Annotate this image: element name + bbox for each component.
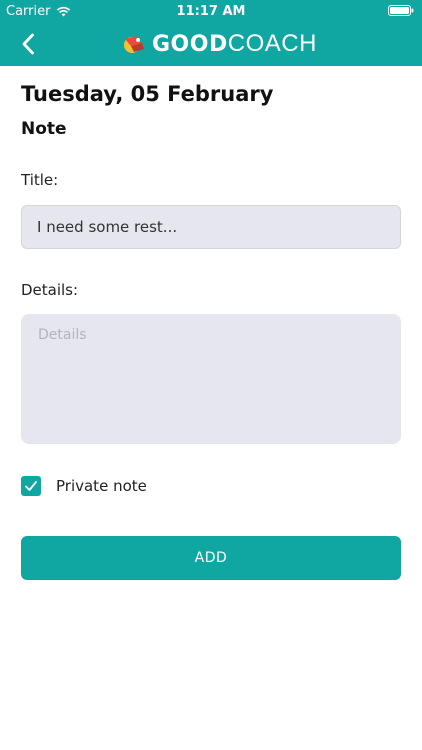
logo-text-good: GOOD <box>152 31 228 57</box>
nav-bar: GOOD COACH <box>0 22 422 66</box>
status-bar: Carrier 11:17 AM <box>0 0 422 22</box>
app-logo: GOOD COACH <box>122 30 317 57</box>
date-heading: Tuesday, 05 February <box>21 82 274 106</box>
checkmark-icon <box>25 481 37 491</box>
battery-icon <box>388 5 414 16</box>
section-heading: Note <box>21 119 67 139</box>
app-header: Carrier 11:17 AM GOOD COACH <box>0 0 422 66</box>
private-note-checkbox[interactable] <box>21 476 41 496</box>
details-input[interactable] <box>21 314 401 444</box>
logo-text-coach: COACH <box>227 30 317 57</box>
add-button[interactable]: ADD <box>21 536 401 580</box>
status-time: 11:17 AM <box>176 4 246 19</box>
back-button[interactable] <box>14 30 42 58</box>
details-label: Details: <box>21 281 79 299</box>
logo-icon <box>124 36 144 53</box>
title-label: Title: <box>21 171 59 189</box>
title-input[interactable] <box>21 205 401 249</box>
private-note-label: Private note <box>56 477 147 495</box>
private-note-row[interactable]: Private note <box>21 475 147 497</box>
back-chevron-icon <box>22 33 34 55</box>
